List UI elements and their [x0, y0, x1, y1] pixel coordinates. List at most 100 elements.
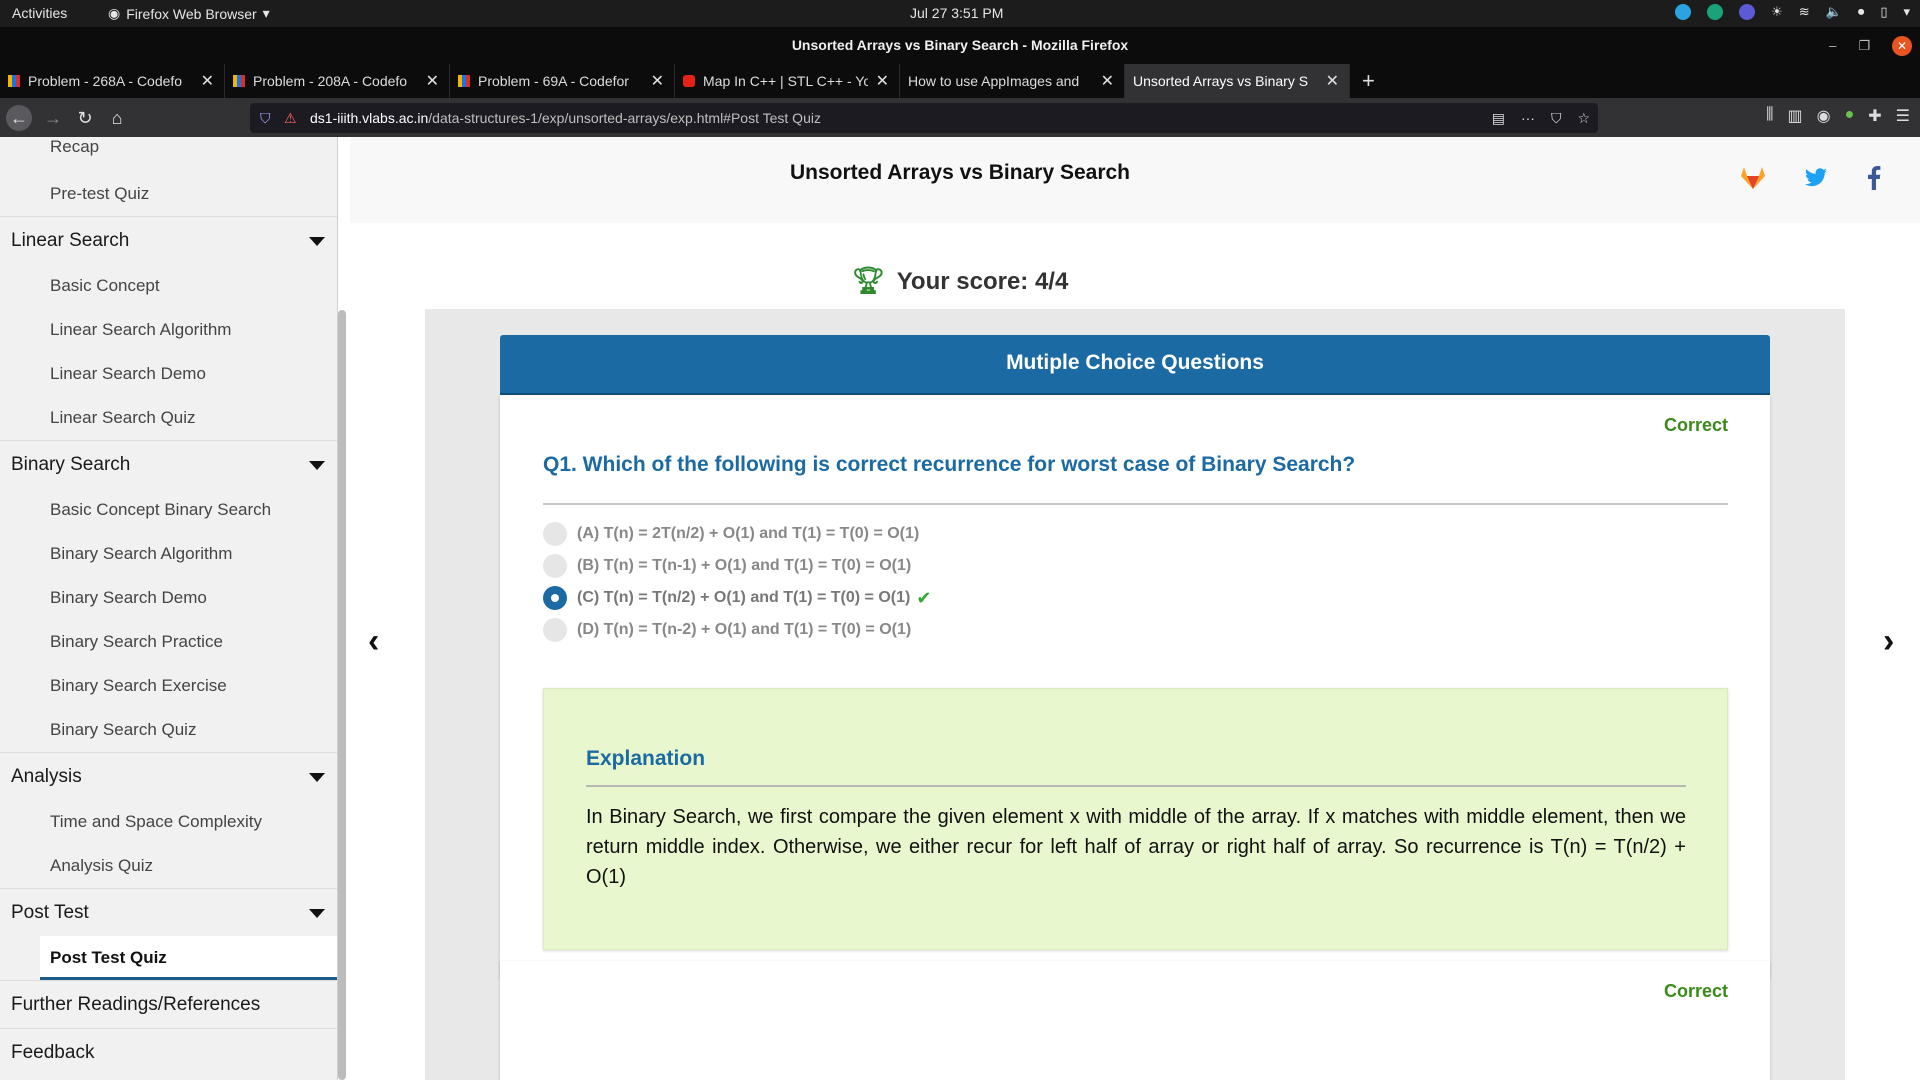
- reader-view-icon[interactable]: ▤: [1492, 103, 1505, 133]
- sidebar-link-further-readings[interactable]: Further Readings/References: [0, 980, 337, 1028]
- close-icon[interactable]: ✕: [1101, 71, 1114, 91]
- system-top-bar: Activities ◉ Firefox Web Browser ▾ Jul 2…: [0, 0, 1920, 27]
- next-arrow-icon[interactable]: ›: [1883, 622, 1894, 661]
- discord-icon[interactable]: [1739, 4, 1756, 20]
- question-card: Correct: [500, 961, 1770, 1080]
- sidebar-section-binary-search[interactable]: Binary Search: [0, 440, 337, 488]
- youtube-icon: [683, 75, 695, 87]
- sidebar-section-linear-search[interactable]: Linear Search: [0, 216, 337, 264]
- caret-down-icon: [309, 461, 325, 470]
- browser-tab-active[interactable]: Unsorted Arrays vs Binary S ✕: [1125, 64, 1350, 98]
- sidebar-item[interactable]: Basic Concept: [0, 264, 337, 308]
- sidebar-section-title: Linear Search: [11, 230, 130, 251]
- browser-tab[interactable]: Problem - 208A - Codefo ✕: [225, 64, 450, 98]
- reload-button[interactable]: ↻: [72, 105, 98, 131]
- sync-icon[interactable]: [1707, 4, 1724, 20]
- sidebar-item[interactable]: Binary Search Exercise: [0, 664, 337, 708]
- activities-button[interactable]: Activities: [12, 5, 67, 21]
- brightness-icon[interactable]: ☀: [1771, 4, 1783, 20]
- tab-title: Problem - 69A - Codefor: [478, 73, 629, 89]
- home-button[interactable]: ⌂: [104, 105, 130, 131]
- facebook-icon[interactable]: [1861, 165, 1887, 191]
- twitter-icon[interactable]: [1803, 165, 1829, 191]
- sidebar-item[interactable]: Time and Space Complexity: [0, 800, 337, 844]
- volume-icon[interactable]: 🔈: [1826, 4, 1842, 20]
- forward-button[interactable]: →: [40, 105, 66, 131]
- sidebar-item[interactable]: Linear Search Algorithm: [0, 308, 337, 352]
- clock[interactable]: Jul 27 3:51 PM: [910, 5, 1003, 21]
- sidebar-link-feedback[interactable]: Feedback: [0, 1028, 337, 1076]
- trophy-icon: 🏆︎: [851, 265, 885, 295]
- sidebar-item[interactable]: Binary Search Quiz: [0, 708, 337, 752]
- option-c[interactable]: (C) T(n) = T(n/2) + O(1) and T(1) = T(0)…: [543, 584, 931, 612]
- radio-button-selected[interactable]: [543, 586, 567, 610]
- close-icon[interactable]: ✕: [1892, 35, 1912, 56]
- previous-arrow-icon[interactable]: ‹: [368, 622, 379, 661]
- close-icon[interactable]: ✕: [426, 71, 439, 91]
- new-tab-button[interactable]: +: [1350, 64, 1387, 98]
- firefox-icon: ◉: [108, 5, 121, 21]
- option-a[interactable]: (A) T(n) = 2T(n/2) + O(1) and T(1) = T(0…: [543, 520, 919, 548]
- sidebar-item[interactable]: Analysis Quiz: [0, 844, 337, 888]
- window-title: Unsorted Arrays vs Binary Search - Mozil…: [791, 37, 1129, 53]
- gitlab-icon[interactable]: [1740, 165, 1766, 191]
- page-actions-icon[interactable]: ···: [1521, 103, 1535, 133]
- sidebar-section-post-test[interactable]: Post Test: [0, 888, 337, 936]
- close-icon[interactable]: ✕: [201, 71, 214, 91]
- tab-title: Problem - 268A - Codefo: [28, 73, 183, 89]
- divider: [586, 785, 1686, 787]
- score-display: 🏆︎ Your score: 4/4: [350, 265, 1570, 296]
- radio-button[interactable]: [543, 522, 567, 546]
- close-icon[interactable]: ✕: [651, 71, 664, 91]
- power-menu-icon[interactable]: ▾: [1903, 4, 1910, 20]
- browser-tab[interactable]: How to use AppImages and ✕: [900, 64, 1125, 98]
- hamburger-menu-icon[interactable]: ☰: [1896, 106, 1910, 126]
- codeforces-icon: [8, 75, 20, 87]
- minimize-icon[interactable]: –: [1829, 27, 1836, 64]
- sidebar-item[interactable]: Linear Search Demo: [0, 352, 337, 396]
- option-b[interactable]: (B) T(n) = T(n-1) + O(1) and T(1) = T(0)…: [543, 552, 911, 580]
- option-d[interactable]: (D) T(n) = T(n-2) + O(1) and T(1) = T(0)…: [543, 616, 911, 644]
- sidebar-section-analysis[interactable]: Analysis: [0, 752, 337, 800]
- close-icon[interactable]: ✕: [1326, 71, 1339, 91]
- app-menu[interactable]: ◉ Firefox Web Browser ▾: [108, 5, 270, 22]
- codeforces-icon: [458, 75, 470, 87]
- insecure-lock-icon[interactable]: ⚠: [284, 103, 297, 133]
- chevron-down-icon: ▾: [262, 5, 270, 21]
- sidebar-item-pretest-quiz[interactable]: Pre-test Quiz: [0, 172, 337, 216]
- maximize-icon[interactable]: ❐: [1858, 27, 1870, 64]
- sidebar-item-post-test-quiz[interactable]: Post Test Quiz: [40, 936, 337, 980]
- sidebar-toggle-icon[interactable]: ▥: [1787, 106, 1802, 126]
- sidebar-item-recap[interactable]: Recap: [0, 137, 337, 172]
- url-path: /data-structures-1/exp/unsorted-arrays/e…: [428, 110, 821, 126]
- battery-icon[interactable]: ▯: [1880, 4, 1887, 20]
- sidebar-section-title: Binary Search: [11, 454, 131, 475]
- sidebar-item[interactable]: Basic Concept Binary Search: [0, 488, 337, 532]
- telegram-icon[interactable]: [1675, 4, 1692, 20]
- sidebar-item[interactable]: Linear Search Quiz: [0, 396, 337, 440]
- sidebar-scrollbar[interactable]: [338, 310, 346, 1080]
- sidebar-item[interactable]: Binary Search Algorithm: [0, 532, 337, 576]
- radio-button[interactable]: [543, 554, 567, 578]
- library-icon[interactable]: ⫼: [1766, 106, 1773, 126]
- bookmark-star-icon[interactable]: ☆: [1577, 103, 1590, 133]
- radio-button[interactable]: [543, 618, 567, 642]
- extension-icon[interactable]: ●: [1845, 106, 1855, 126]
- system-tray[interactable]: ☀ ≋ 🔈 ⏺ ▯ ▾: [1675, 4, 1910, 20]
- option-text: (D) T(n) = T(n-2) + O(1) and T(1) = T(0)…: [577, 621, 912, 638]
- browser-tab[interactable]: Map In C++ | STL C++ - Yo ✕: [675, 64, 900, 98]
- sidebar-item[interactable]: Binary Search Demo: [0, 576, 337, 620]
- pocket-icon[interactable]: ⛉: [1551, 103, 1562, 133]
- close-icon[interactable]: ✕: [876, 71, 889, 91]
- wifi-icon[interactable]: ≋: [1799, 4, 1810, 20]
- browser-tab[interactable]: Problem - 69A - Codefor ✕: [450, 64, 675, 98]
- explanation-title: Explanation: [586, 747, 706, 770]
- tracking-protection-icon[interactable]: ⛉: [260, 103, 271, 133]
- back-button[interactable]: ←: [6, 105, 32, 131]
- extensions-puzzle-icon[interactable]: ✚: [1868, 106, 1881, 126]
- url-bar[interactable]: ⛉ ⚠ ds1-iiith.vlabs.ac.in/data-structure…: [250, 103, 1598, 133]
- account-icon[interactable]: ◉: [1817, 106, 1831, 126]
- browser-tab[interactable]: Problem - 268A - Codefo ✕: [0, 64, 225, 98]
- microphone-icon[interactable]: ⏺: [1858, 4, 1865, 20]
- sidebar-item[interactable]: Binary Search Practice: [0, 620, 337, 664]
